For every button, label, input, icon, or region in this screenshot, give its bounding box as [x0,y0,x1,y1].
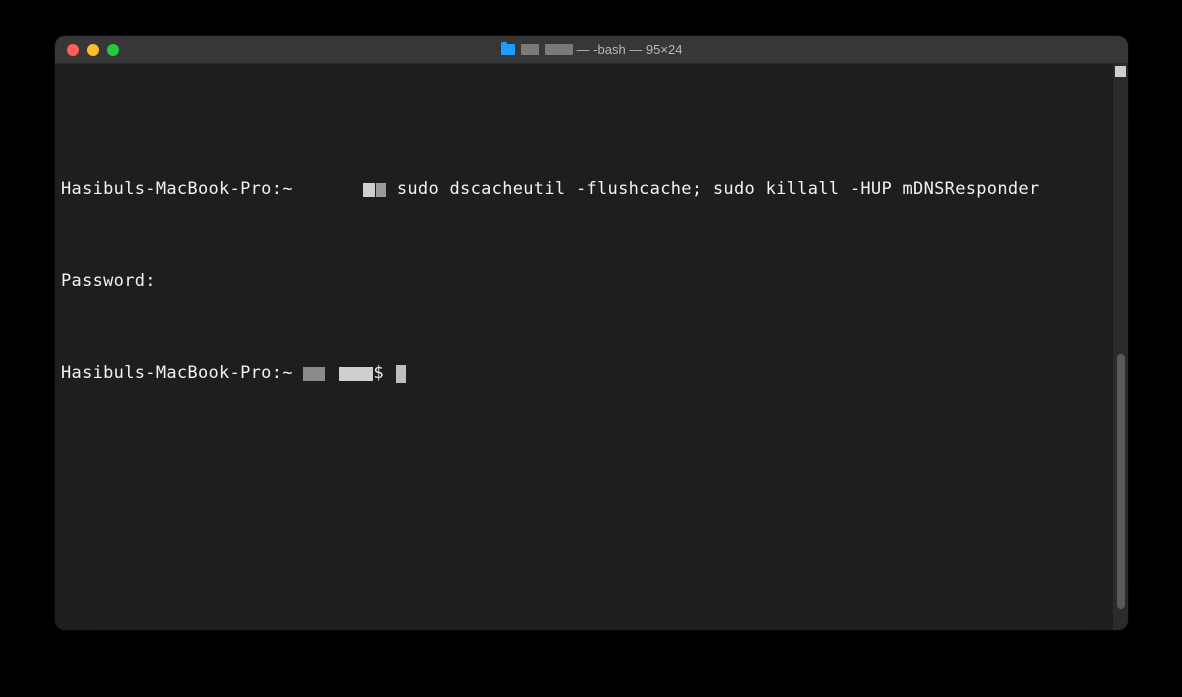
redacted-text [545,44,573,55]
scrollbar[interactable] [1113,64,1128,630]
minimize-button[interactable] [87,44,99,56]
terminal-line-3: Hasibuls-MacBook-Pro:~ $ [61,362,1118,385]
maximize-button[interactable] [107,44,119,56]
redacted-text [521,44,539,55]
folder-icon [501,44,515,55]
window-title-text: — -bash — 95×24 [577,42,683,57]
close-button[interactable] [67,44,79,56]
redacted-text [339,367,373,381]
redacted-text [303,367,325,381]
scroll-indicator [1115,66,1126,77]
terminal-line-1: Hasibuls-MacBook-Pro:~ sudo dscacheutil … [61,178,1118,201]
command-text: sudo dscacheutil -flushcache; sudo killa… [386,178,1039,201]
terminal-line-2: Password: [61,270,1118,293]
traffic-lights [67,44,119,56]
prompt-prefix: Hasibuls-MacBook-Pro:~ [61,178,303,201]
window-title: — -bash — 95×24 [55,42,1128,57]
terminal-window: — -bash — 95×24 Hasibuls-MacBook-Pro:~ s… [55,36,1128,630]
password-prompt: Password: [61,270,156,293]
redacted-text [363,183,375,197]
titlebar: — -bash — 95×24 [55,36,1128,64]
prompt-dollar: $ [373,362,394,385]
terminal-body[interactable]: Hasibuls-MacBook-Pro:~ sudo dscacheutil … [55,64,1128,630]
scrollbar-thumb[interactable] [1117,354,1125,609]
cursor [396,365,406,383]
prompt-prefix: Hasibuls-MacBook-Pro:~ [61,362,303,385]
redacted-text [376,183,386,197]
